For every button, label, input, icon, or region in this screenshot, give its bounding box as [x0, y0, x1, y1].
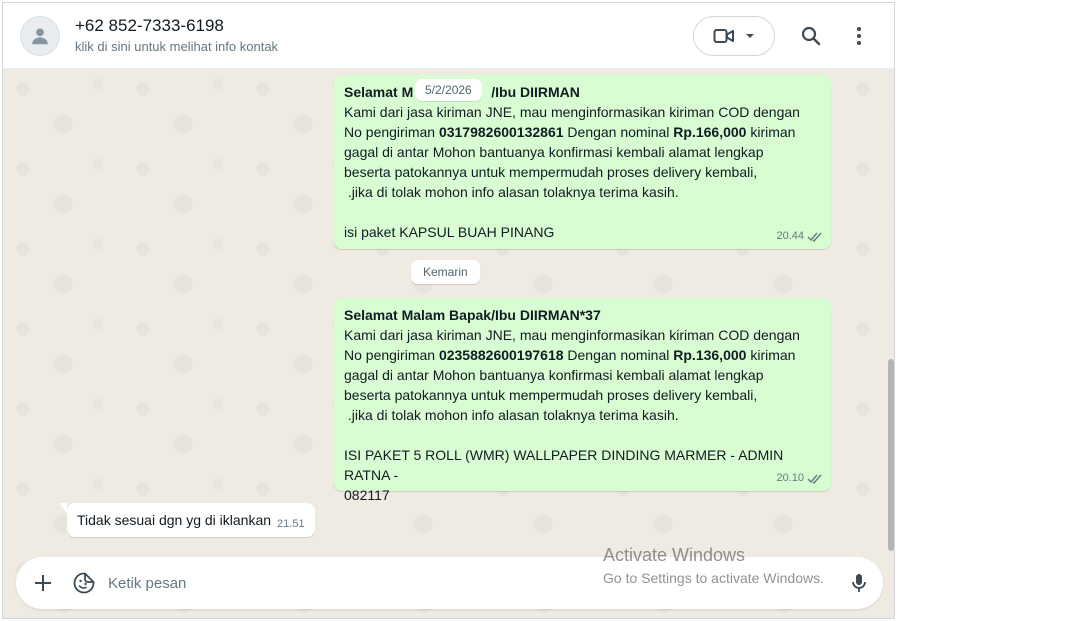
- watermark-subtitle: Go to Settings to activate Windows.: [603, 570, 824, 586]
- message-bubble-outgoing[interactable]: Selamat Malam Bapak/Ibu DIIRMAN*37 Kami …: [334, 298, 831, 503]
- message-line: isi paket KAPSUL BUAH PINANG: [344, 224, 555, 240]
- date-separator: 5/2/2026: [415, 79, 482, 101]
- message-line: gagal di antar Mohon bantuanya konfirmas…: [344, 144, 764, 160]
- message-text: Dengan nominal: [563, 124, 674, 140]
- message-greeting: Selamat Malam Bapak/Ibu DIIRMAN*37: [344, 307, 601, 323]
- message-line: .jika di tolak mohon info alasan tolakny…: [344, 407, 679, 423]
- contact-name[interactable]: +62 852-7333-6198: [75, 16, 224, 36]
- date-separator: Kemarin: [411, 260, 480, 284]
- message-line: .jika di tolak mohon info alasan tolakny…: [344, 184, 679, 200]
- video-camera-icon: [713, 29, 734, 43]
- message-time: 21.51: [277, 518, 305, 530]
- scrollbar-thumb[interactable]: [888, 359, 894, 551]
- watermark-title: Activate Windows: [603, 545, 746, 565]
- tracking-number-part: 1: [555, 124, 564, 140]
- message-time: 20.10: [776, 472, 804, 484]
- message-text: kiriman: [746, 124, 796, 140]
- message-bubble-incoming[interactable]: Tidak sesuai dgn yg di iklankan 21.51: [59, 503, 315, 537]
- message-line: beserta patokannya untuk mempermudah pro…: [344, 164, 758, 180]
- greeting-text: /Ibu DIIRMAN: [491, 84, 580, 100]
- message-meta: 20.44: [776, 226, 823, 246]
- video-call-button[interactable]: [693, 16, 775, 56]
- message-meta: 20.10: [776, 468, 823, 488]
- message-bubble-outgoing[interactable]: Selamat M/Ibu DIIRMAN Kami dari jasa kir…: [334, 75, 831, 249]
- search-icon: [801, 26, 821, 46]
- message-line[interactable]: 082117: [344, 485, 821, 505]
- greeting-text: Selamat M: [344, 84, 414, 100]
- message-text: Tidak sesuai dgn yg di iklankan: [77, 512, 272, 528]
- double-check-icon: [807, 232, 822, 242]
- message-line: No pengiriman 0317982600132861 Dengan no…: [344, 122, 821, 142]
- voice-message-button[interactable]: [848, 572, 870, 594]
- cod-amount: Rp.136,000: [673, 347, 747, 363]
- chat-header[interactable]: +62 852-7333-6198 klik di sini untuk mel…: [3, 3, 894, 69]
- message-text: No pengiriman: [344, 124, 439, 140]
- message-line: gagal di antar Mohon bantuanya konfirmas…: [344, 367, 764, 383]
- windows-activation-watermark: Activate Windows Go to Settings to activ…: [603, 544, 824, 588]
- message-text: kiriman: [746, 347, 796, 363]
- cod-amount: Rp.166,000: [673, 124, 747, 140]
- message-time: 20.44: [776, 230, 804, 242]
- chat-window: +62 852-7333-6198 klik di sini untuk mel…: [2, 2, 895, 619]
- attach-button[interactable]: [32, 572, 54, 594]
- caret-down-icon: [746, 34, 754, 38]
- message-line: beserta patokannya untuk mempermudah pro…: [344, 387, 758, 403]
- sticker-button[interactable]: [72, 571, 96, 595]
- message-input[interactable]: [108, 571, 588, 595]
- tracking-number-part: 031798260013286: [438, 124, 556, 140]
- microphone-icon: [852, 574, 866, 592]
- person-icon: [32, 28, 48, 45]
- message-text: No pengiriman: [344, 347, 439, 363]
- plus-icon: [35, 575, 51, 591]
- tracking-number[interactable]: 0317982600132861: [439, 124, 564, 140]
- double-check-icon: [807, 474, 822, 484]
- message-line: No pengiriman 0235882600197618 Dengan no…: [344, 345, 821, 365]
- tracking-number[interactable]: 0235882600197618: [439, 347, 564, 363]
- message-line: Kami dari jasa kiriman JNE, mau menginfo…: [344, 327, 800, 343]
- search-button[interactable]: [795, 20, 827, 52]
- avatar[interactable]: [20, 16, 60, 56]
- contact-info-hint[interactable]: klik di sini untuk melihat info kontak: [75, 39, 278, 54]
- message-line: ISI PAKET 5 ROLL (WMR) WALLPAPER DINDING…: [344, 447, 784, 483]
- sticker-icon: [73, 572, 95, 594]
- menu-button[interactable]: [843, 20, 875, 52]
- message-text: Dengan nominal: [563, 347, 674, 363]
- more-vertical-icon: [857, 27, 861, 45]
- message-line: Kami dari jasa kiriman JNE, mau menginfo…: [344, 104, 800, 120]
